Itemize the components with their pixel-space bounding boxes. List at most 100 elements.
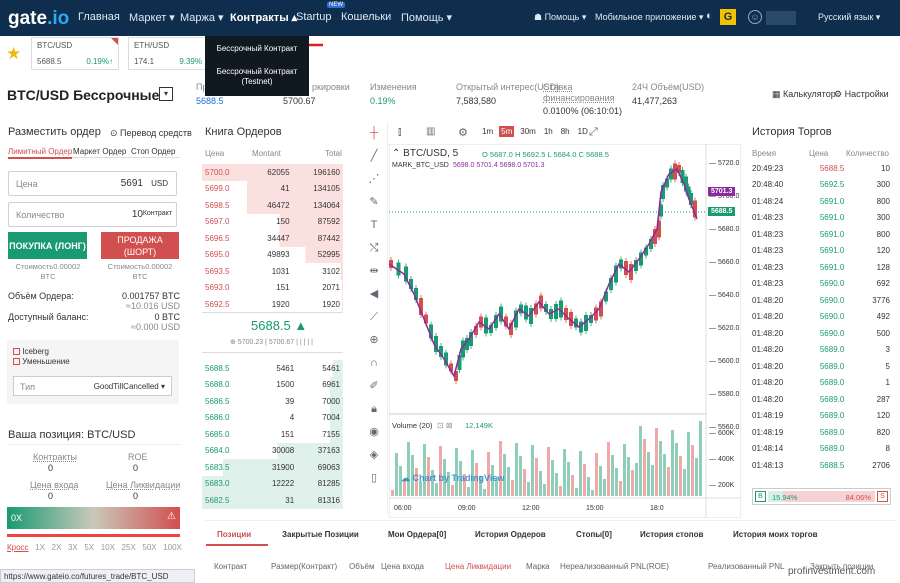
leverage-option[interactable]: 25X xyxy=(122,543,136,552)
interval-option[interactable]: 1m xyxy=(480,126,495,137)
interval-option[interactable]: 5m xyxy=(499,126,515,137)
logo[interactable]: gate.io xyxy=(8,8,69,30)
orderbook-row[interactable]: 5684.0 30008 37163 xyxy=(202,442,343,459)
price-chart[interactable]: — 5720.0— 5700.0— 5680.0— 5660.0— 5640.0… xyxy=(389,144,741,518)
sell-short-button[interactable]: ПРОДАЖА (ШОРТ) xyxy=(101,232,179,259)
tab-market-order[interactable]: Маркет Ордер xyxy=(73,147,126,156)
arrow-left-icon[interactable]: ◀ xyxy=(360,283,388,306)
orderbook-row[interactable]: 5683.5 31900 69063 xyxy=(202,459,343,476)
account-name[interactable] xyxy=(766,11,796,25)
nav-market[interactable]: Маркет ▾ xyxy=(129,11,175,24)
mobile-app-link[interactable]: Мобильное приложение ▾ xyxy=(595,12,703,23)
nav-wallets[interactable]: Кошельки xyxy=(341,11,391,23)
avatar[interactable]: ☺ xyxy=(748,10,762,24)
leverage-option[interactable]: 5X xyxy=(84,543,94,552)
ticker-eth[interactable]: ETH/USD 174.1 9.39% xyxy=(128,37,208,70)
iceberg-option[interactable]: Iceberg xyxy=(13,347,49,356)
candle-type-icon[interactable]: ⫾ xyxy=(398,126,402,139)
orderbook-row[interactable]: 5693.5 1031 3102 xyxy=(202,263,343,280)
tradingview-watermark[interactable]: ☁ Chart by TradingView xyxy=(401,473,504,484)
trash-icon[interactable]: ▯ xyxy=(360,467,388,490)
theme-toggle-icon[interactable]: ◐ xyxy=(706,10,713,22)
stat-label-funding[interactable]: Ставка финансирования xyxy=(543,82,614,104)
price-field[interactable]: Цена 5691 USD xyxy=(8,171,177,196)
calculator-button[interactable]: ▦ Калькулятор xyxy=(772,89,836,100)
orderbook-row[interactable]: 5696.5 34447 87442 xyxy=(202,230,343,247)
orderbook-row[interactable]: 5686.0 4 7004 xyxy=(202,409,343,426)
menu-perpetual[interactable]: Бессрочный Контракт xyxy=(205,44,309,53)
collapse-icon[interactable]: ⌃ xyxy=(392,148,403,159)
help-link[interactable]: ☗ Помощь ▾ xyxy=(534,12,586,23)
nav-help[interactable]: Помощь ▾ xyxy=(401,11,452,24)
text-icon[interactable]: T xyxy=(360,214,388,237)
brush-icon[interactable]: ✎ xyxy=(360,191,388,214)
nav-contracts[interactable]: Контракты ▴ xyxy=(230,11,297,24)
leverage-option[interactable]: 1X xyxy=(35,543,45,552)
ruler-icon[interactable]: ⟋ xyxy=(360,306,388,329)
tab-stop-order[interactable]: Стоп Ордер xyxy=(131,147,175,156)
orderbook-row[interactable]: 5688.5 5461 5461 xyxy=(202,360,343,377)
tab-order-history[interactable]: История Ордеров xyxy=(475,530,546,539)
zoom-icon[interactable]: ⊕ xyxy=(360,329,388,352)
tab-stop-history[interactable]: История стопов xyxy=(640,530,703,539)
chart-settings-icon[interactable]: ⚙ xyxy=(458,126,468,139)
quantity-field[interactable]: Количество 10 Контракт xyxy=(8,202,177,227)
fullscreen-icon[interactable]: ⤢ xyxy=(589,126,598,139)
orderbook-row[interactable]: 5695.0 49893 52995 xyxy=(202,246,343,263)
language-select[interactable]: Русский язык ▾ xyxy=(818,12,880,23)
lock-icon[interactable]: 🔒︎ xyxy=(360,398,388,421)
nav-startup[interactable]: Startup xyxy=(296,11,331,23)
volume-toggle-icons[interactable]: ⊡ ⊠ xyxy=(437,421,453,430)
indicators-icon[interactable]: ▥ xyxy=(426,126,435,137)
tab-closed-positions[interactable]: Закрытые Позиции xyxy=(282,530,359,539)
type-select[interactable]: Тип GoodTillCancelled ▾ xyxy=(13,376,172,396)
pair-select-icon[interactable]: ▾ xyxy=(159,87,173,101)
leverage-option[interactable]: 10X xyxy=(101,543,115,552)
nav-margin[interactable]: Маржа ▾ xyxy=(180,11,224,24)
ticker-btc[interactable]: BTC/USD 5688.5 0.19%↑ xyxy=(31,37,119,70)
orderbook-row[interactable]: 5682.5 31 81316 xyxy=(202,492,343,509)
measure-icon[interactable]: ⇹ xyxy=(360,260,388,283)
quantity-value[interactable]: 10 xyxy=(132,209,143,220)
leverage-option[interactable]: 3X xyxy=(68,543,78,552)
orderbook-row[interactable]: 5693.0 151 2071 xyxy=(202,279,343,296)
tab-stops[interactable]: Стопы[0] xyxy=(576,530,612,539)
orderbook-row[interactable]: 5688.0 1500 6961 xyxy=(202,376,343,393)
transfer-link[interactable]: ⊙ Перевод средств xyxy=(110,128,192,139)
fib-icon[interactable]: ⋰ xyxy=(360,168,388,191)
leverage-slider[interactable] xyxy=(7,534,180,537)
tab-limit-order[interactable]: Лимитный Ордер xyxy=(8,147,73,159)
tab-my-orders[interactable]: Мои Ордера[0] xyxy=(388,530,446,539)
layers-icon[interactable]: ◈ xyxy=(360,444,388,467)
orderbook-row[interactable]: 5700.0 62055 196160 xyxy=(202,164,343,181)
reduce-checkbox[interactable] xyxy=(13,358,20,365)
orderbook-row[interactable]: 5697.0 150 87592 xyxy=(202,213,343,230)
reduce-option[interactable]: Уменьшение xyxy=(13,357,70,366)
leverage-option[interactable]: 100X xyxy=(163,543,182,552)
pencil-lock-icon[interactable]: ✐ xyxy=(360,375,388,398)
leverage-option[interactable]: 50X xyxy=(142,543,156,552)
orderbook-row[interactable]: 5699.0 41 134105 xyxy=(202,180,343,197)
trendline-icon[interactable]: ╱ xyxy=(360,145,388,168)
iceberg-checkbox[interactable] xyxy=(13,348,20,355)
orderbook-row[interactable]: 5685.0 151 7155 xyxy=(202,426,343,443)
interval-option[interactable]: 1h xyxy=(542,126,555,137)
favorite-star-icon[interactable]: ★ xyxy=(6,44,21,64)
orderbook-row[interactable]: 5683.0 12222 81285 xyxy=(202,475,343,492)
eye-icon[interactable]: ◉ xyxy=(360,421,388,444)
crosshair-icon[interactable]: ┼ xyxy=(360,122,388,145)
pattern-icon[interactable]: ⤭ xyxy=(360,237,388,260)
interval-option[interactable]: 8h xyxy=(559,126,572,137)
logo-badge-icon[interactable]: G xyxy=(720,9,736,25)
type-value[interactable]: GoodTillCancelled ▾ xyxy=(94,382,165,391)
leverage-option[interactable]: Кросс xyxy=(7,543,29,552)
magnet-icon[interactable]: ∩ xyxy=(360,352,388,375)
price-value[interactable]: 5691 xyxy=(121,178,143,189)
settings-button[interactable]: ⚙ Настройки xyxy=(834,89,889,100)
menu-perpetual-testnet[interactable]: Бессрочный Контракт (Testnet) xyxy=(205,67,309,87)
tab-my-trade-history[interactable]: История моих торгов xyxy=(733,530,818,539)
leverage-bar[interactable]: 0X ⚠ xyxy=(7,507,180,529)
interval-option[interactable]: 30m xyxy=(518,126,538,137)
interval-option[interactable]: 1D xyxy=(576,126,590,137)
tab-positions[interactable]: Позиции xyxy=(217,530,251,539)
